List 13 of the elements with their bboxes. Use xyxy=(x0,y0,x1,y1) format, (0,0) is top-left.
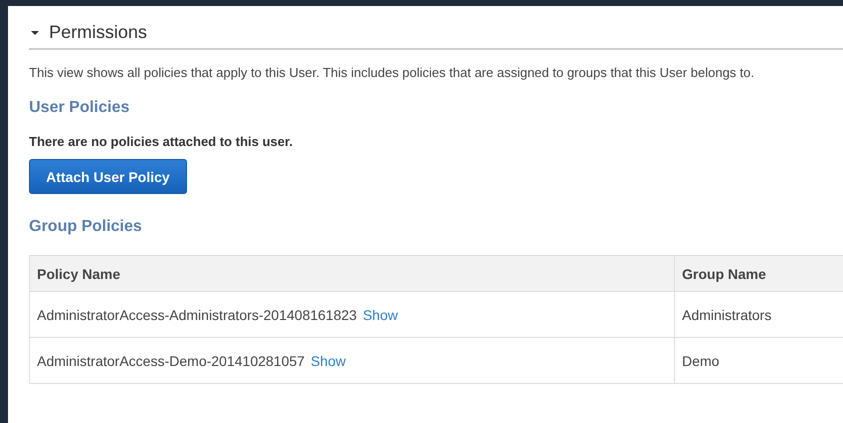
policy-name: AdministratorAccess-Demo-201410281057 xyxy=(37,352,305,368)
show-link[interactable]: Show xyxy=(362,306,398,322)
section-heading: Group Policies xyxy=(29,218,143,236)
attach-policy-button[interactable]: Attach User Policy xyxy=(29,159,187,194)
section-title[interactable]: Permissions xyxy=(49,22,148,43)
section-heading: User Policies xyxy=(29,99,130,117)
empty-message: There are no policies attached to this user. xyxy=(29,134,294,149)
policy-name: AdministratorAccess-Administrators-201408161823 xyxy=(37,306,357,322)
description-text: This view shows all policies that apply to this User. This includes policies that are assigned to groups that this User belongs to. xyxy=(29,64,756,82)
collapse-caret-icon[interactable] xyxy=(31,30,39,34)
column-header: Policy Name xyxy=(30,256,674,292)
column-header: Group Name xyxy=(674,256,843,292)
show-link[interactable]: Show xyxy=(310,352,346,368)
